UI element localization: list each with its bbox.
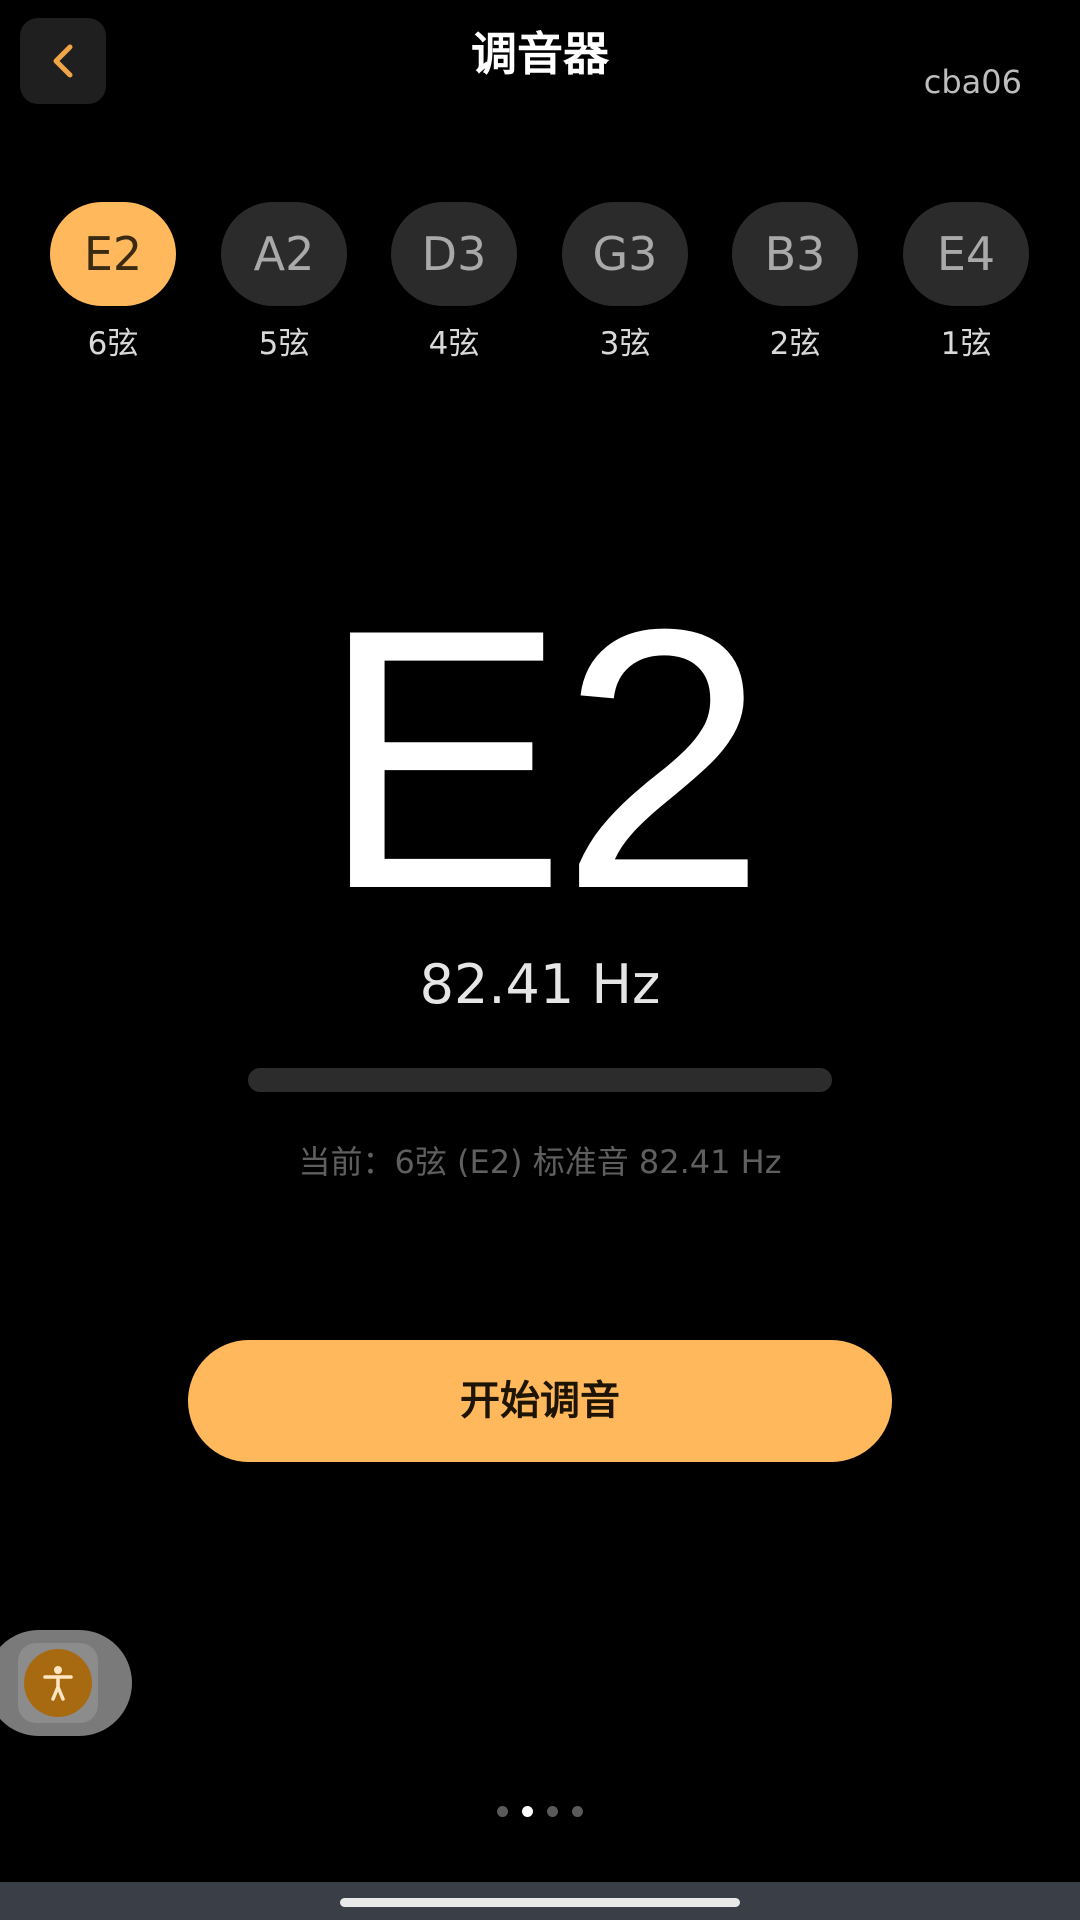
string-label: 5弦 xyxy=(258,326,310,362)
string-item-d3[interactable]: D3 4弦 xyxy=(389,202,519,372)
string-note: D3 xyxy=(391,202,517,306)
string-label: 1弦 xyxy=(940,326,992,362)
home-indicator[interactable] xyxy=(340,1898,740,1907)
string-label: 4弦 xyxy=(428,326,480,362)
pitch-meter xyxy=(248,1068,832,1092)
string-note: E2 xyxy=(50,202,176,306)
page-title: 调音器 xyxy=(471,27,609,81)
page-dot xyxy=(522,1806,533,1817)
string-item-e4[interactable]: E4 1弦 xyxy=(901,202,1031,372)
page-indicator xyxy=(0,1806,1080,1817)
string-note: A2 xyxy=(221,202,347,306)
page-dot xyxy=(547,1806,558,1817)
current-note: E2 xyxy=(319,553,767,966)
user-tag: cba06 xyxy=(923,63,1022,101)
target-frequency: 82.41 Hz xyxy=(419,953,661,1016)
page-dot xyxy=(572,1806,583,1817)
string-label: 2弦 xyxy=(769,326,821,362)
string-label: 6弦 xyxy=(87,326,139,362)
string-note: E4 xyxy=(903,202,1029,306)
accessibility-floating-button[interactable] xyxy=(0,1630,132,1736)
system-nav-bar xyxy=(0,1882,1080,1920)
string-item-a2[interactable]: A2 5弦 xyxy=(219,202,349,372)
string-note: B3 xyxy=(732,202,858,306)
page-dot xyxy=(497,1806,508,1817)
accessibility-button-frame xyxy=(18,1643,98,1723)
start-tuning-button[interactable]: 开始调音 xyxy=(188,1340,892,1462)
string-item-e2[interactable]: E2 6弦 xyxy=(48,202,178,372)
string-item-b3[interactable]: B3 2弦 xyxy=(730,202,860,372)
string-label: 3弦 xyxy=(599,326,651,362)
string-note: G3 xyxy=(562,202,688,306)
string-item-g3[interactable]: G3 3弦 xyxy=(560,202,690,372)
accessibility-icon xyxy=(24,1649,92,1717)
string-selector: E2 6弦 A2 5弦 D3 4弦 G3 3弦 B3 2弦 E4 1弦 xyxy=(0,202,1080,372)
current-string-info: 当前：6弦 (E2) 标准音 82.41 Hz xyxy=(298,1143,782,1181)
